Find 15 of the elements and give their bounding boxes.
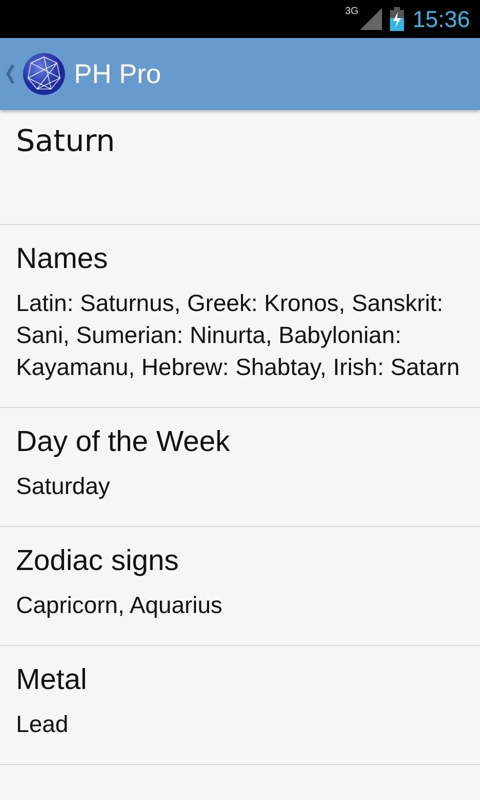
network-type: 3G (345, 6, 358, 17)
section-heading: Day of the Week (16, 425, 231, 460)
signal-icon (360, 8, 382, 30)
section-value: Lead (16, 710, 70, 739)
planet-title: Saturn (16, 124, 116, 159)
section-value: Saturday (16, 472, 112, 501)
app-title: PH Pro (74, 58, 162, 90)
section-value: Latin: Saturnus, Greek: Kronos, Sanskrit: Sani, Sumerian: Ninurta, Babylonian: Kayamanu, Hebrew: Shabtay, Irish: Satarn (16, 289, 461, 382)
section-heading: Names (16, 242, 109, 277)
section-heading: Zodiac signs (16, 544, 180, 579)
clock: 15:36 (412, 6, 470, 32)
app-logo-icon[interactable] (22, 52, 66, 96)
section-value: Capricorn, Aquarius (16, 591, 224, 620)
battery-icon (390, 7, 404, 31)
section-heading: Metal (16, 663, 88, 698)
